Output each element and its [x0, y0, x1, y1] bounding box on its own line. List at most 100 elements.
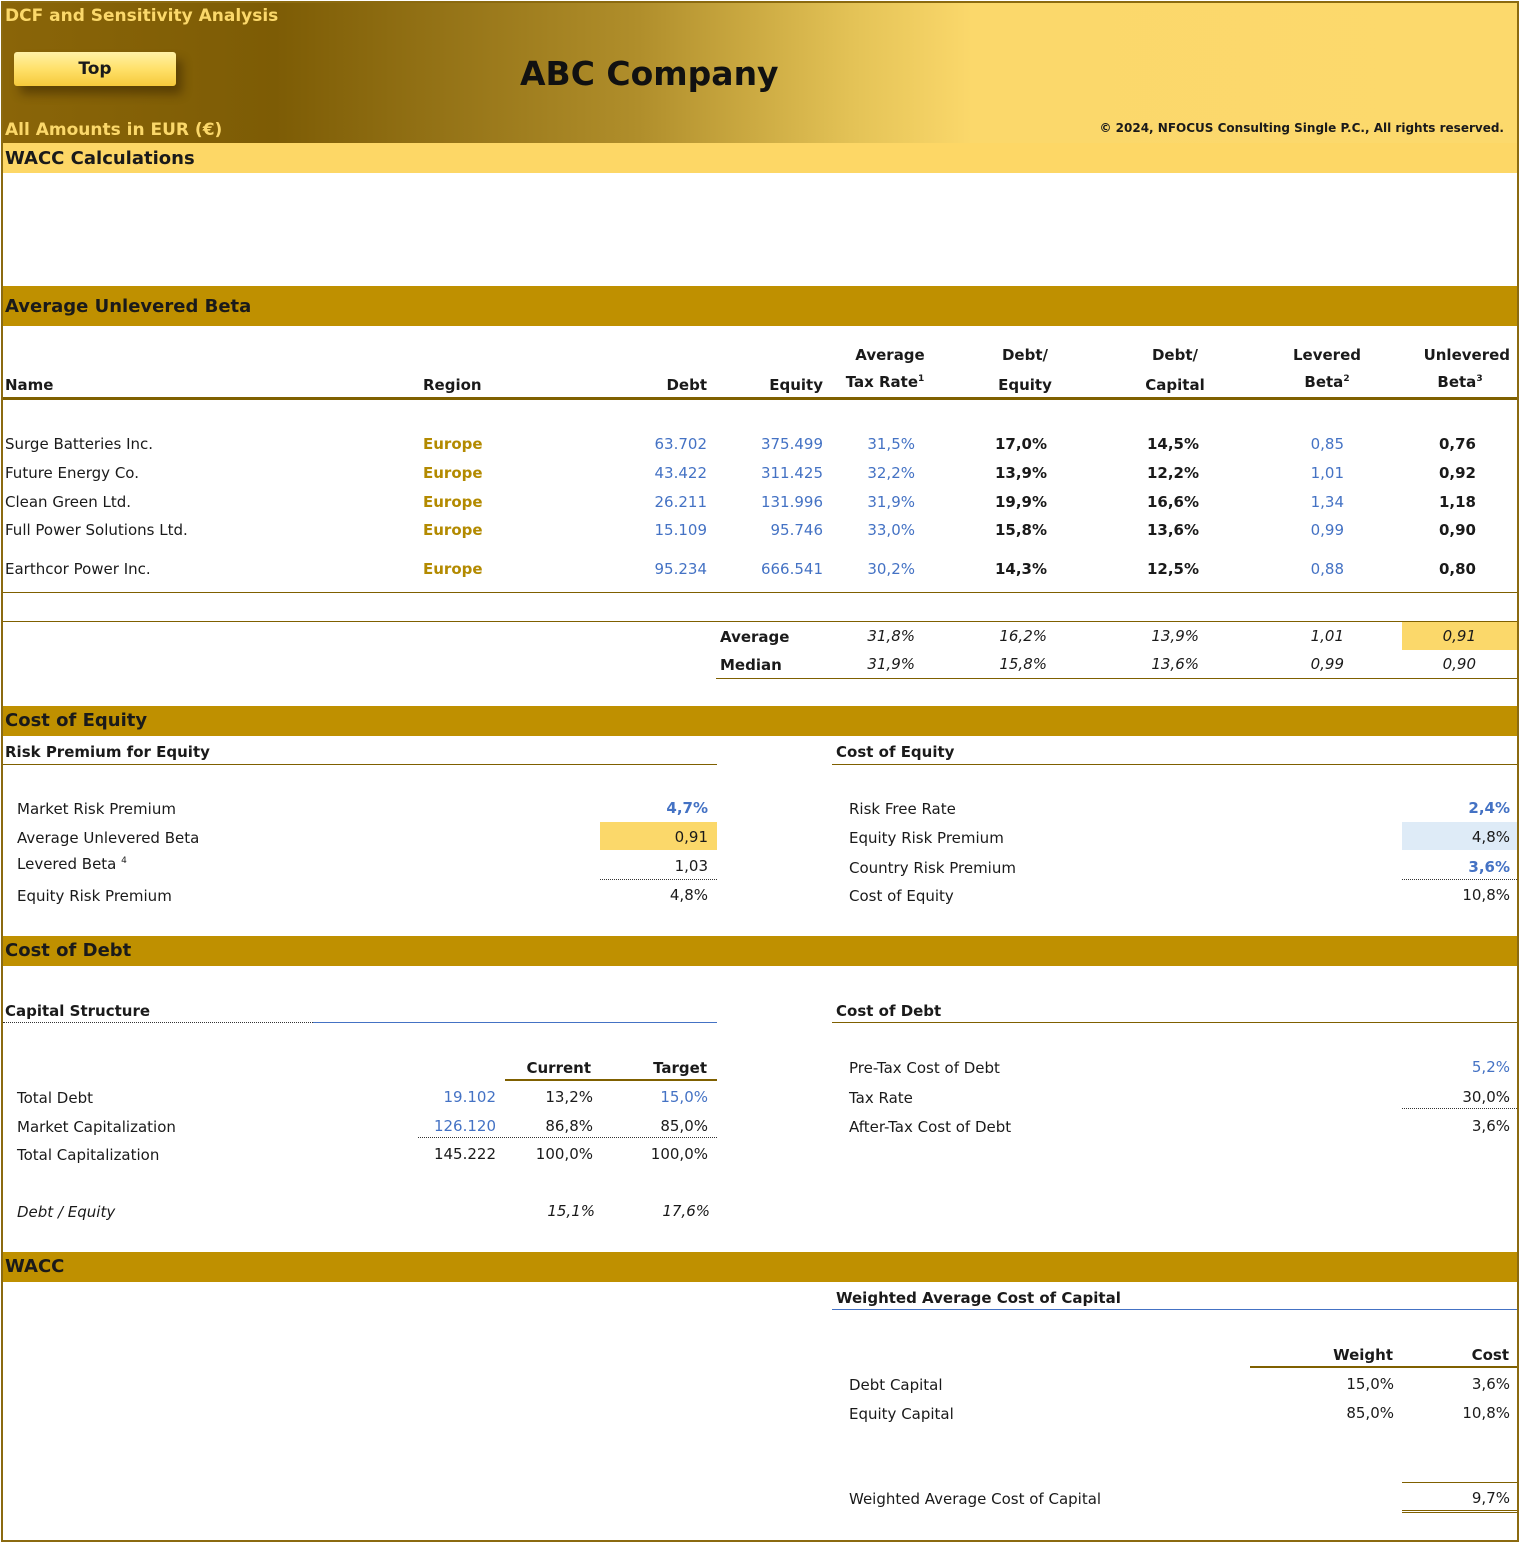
beta-row-debt[interactable]: 63.702 [600, 435, 708, 453]
beta-row-ub: 0,76 [1438, 435, 1476, 453]
debt-capital-cost: 3,6% [1471, 1375, 1510, 1393]
wacc-section-title: WACC [5, 1256, 65, 1277]
beta-row-debt[interactable]: 43.422 [600, 464, 708, 482]
avg-dc: 13,9% [1151, 627, 1199, 645]
beta-row-tax[interactable]: 33,0% [840, 521, 915, 539]
td-current: 13,2% [545, 1088, 593, 1106]
pretax-value[interactable]: 5,2% [1400, 1058, 1510, 1076]
beta-row-debt[interactable]: 15.109 [600, 521, 708, 539]
mc-value[interactable]: 126.120 [400, 1117, 496, 1135]
wacc-calc-bar [3, 143, 1517, 173]
coe-erp-label: Equity Risk Premium [849, 829, 1004, 847]
currency-note: All Amounts in EUR (€) [5, 120, 223, 140]
lb-rule [600, 879, 717, 880]
col-cost: Cost [1471, 1346, 1509, 1364]
tc-value: 145.222 [433, 1145, 496, 1163]
rfr-value[interactable]: 2,4% [1400, 799, 1510, 817]
beta-row-equity[interactable]: 131.996 [720, 493, 823, 511]
med-dc: 13,6% [1151, 655, 1199, 673]
med-ub: 0,90 [1442, 655, 1476, 673]
wacc-total-top-rule [1402, 1482, 1517, 1483]
beta-row-tax[interactable]: 31,5% [840, 435, 915, 453]
beta-row-lb[interactable]: 0,99 [1277, 521, 1344, 539]
mc-rule [418, 1137, 717, 1138]
rows-end-rule [3, 592, 1517, 593]
beta-row-region: Europe [423, 493, 483, 511]
beta-row-debt[interactable]: 26.211 [600, 493, 708, 511]
avg-ub: 0,91 [1442, 627, 1476, 645]
beta-row-region: Europe [423, 435, 483, 453]
header-rule [3, 397, 1517, 400]
beta-row-tax[interactable]: 31,9% [840, 493, 915, 511]
lb-label: Levered Beta 4 [17, 855, 127, 873]
coe-subtitle: Cost of Equity [836, 743, 955, 761]
beta-row-lb[interactable]: 1,34 [1277, 493, 1344, 511]
col-ub-2: Beta3 [1437, 373, 1483, 391]
beta-row-equity[interactable]: 311.425 [720, 464, 823, 482]
capstruct-rule-dotted [3, 1022, 313, 1023]
col-weight: Weight [1333, 1346, 1393, 1364]
col-dc-2: Capital [1145, 376, 1205, 394]
td-target[interactable]: 15,0% [620, 1088, 708, 1106]
debt-capital-weight: 15,0% [1346, 1375, 1394, 1393]
beta-row-lb[interactable]: 0,85 [1277, 435, 1344, 453]
col-target: Target [653, 1059, 707, 1077]
wacc-bar [3, 1252, 1517, 1282]
col-tax-2: Tax Rate1 [845, 373, 925, 391]
median-label: Median [720, 656, 782, 674]
mrp-value[interactable]: 4,7% [600, 799, 708, 817]
tc-label: Total Capitalization [17, 1146, 160, 1164]
avg-tax: 31,8% [867, 627, 915, 645]
col-lb-1: Levered [1293, 346, 1361, 364]
cs-header-rule [505, 1079, 717, 1081]
beta-row-equity[interactable]: 95.746 [720, 521, 824, 539]
avg-de: 16,2% [999, 627, 1047, 645]
wacc-total-label: Weighted Average Cost of Capital [849, 1490, 1102, 1508]
company-title: ABC Company [520, 54, 779, 93]
mrp-label: Market Risk Premium [17, 800, 176, 818]
median-rule [716, 678, 1517, 679]
wacc-subtitle: Weighted Average Cost of Capital [836, 1289, 1121, 1307]
beta-row-dc: 12,5% [1146, 560, 1199, 578]
beta-row-lb[interactable]: 0,88 [1277, 560, 1344, 578]
capstruct-rule [313, 1022, 717, 1023]
beta-row-dc: 13,6% [1146, 521, 1199, 539]
tc-target: 100,0% [650, 1145, 708, 1163]
col-dc-1: Debt/ [1151, 346, 1198, 364]
copyright: © 2024, NFOCUS Consulting Single P.C., A… [1099, 121, 1504, 135]
med-lb: 0,99 [1310, 655, 1344, 673]
beta-row-de: 15,8% [994, 521, 1047, 539]
med-de: 15,8% [999, 655, 1047, 673]
beta-row-de: 14,3% [994, 560, 1047, 578]
beta-row-name: Clean Green Ltd. [5, 493, 132, 511]
beta-row-lb[interactable]: 1,01 [1277, 464, 1344, 482]
crp-value[interactable]: 3,6% [1400, 858, 1510, 876]
beta-row-region: Europe [423, 521, 483, 539]
td-value[interactable]: 19.102 [400, 1088, 497, 1106]
col-debt: Debt [666, 376, 707, 394]
wacc-total-value: 9,7% [1471, 1489, 1510, 1507]
beta-row-name: Future Energy Co. [5, 464, 139, 482]
beta-row-de: 19,9% [994, 493, 1047, 511]
td-label: Total Debt [17, 1089, 93, 1107]
mc-current: 86,8% [545, 1117, 593, 1135]
beta-row-dc: 14,5% [1146, 435, 1199, 453]
beta-row-dc: 16,6% [1146, 493, 1199, 511]
wacc-header-rule [1250, 1366, 1517, 1368]
col-lb-2: Beta2 [1304, 373, 1350, 391]
avg-lb: 1,01 [1310, 627, 1344, 645]
wacc-total-bottom-rule [1402, 1510, 1517, 1513]
col-current: Current [526, 1059, 591, 1077]
col-de-2: Equity [998, 376, 1052, 394]
beta-row-ub: 0,92 [1438, 464, 1476, 482]
beta-row-equity[interactable]: 375.499 [720, 435, 823, 453]
crp-label: Country Risk Premium [849, 859, 1016, 877]
cod-tax-value: 30,0% [1462, 1088, 1510, 1106]
beta-row-equity[interactable]: 666.541 [720, 560, 823, 578]
beta-row-debt[interactable]: 95.234 [600, 560, 708, 578]
beta-row-tax[interactable]: 30,2% [840, 560, 915, 578]
risk-premium-title: Risk Premium for Equity [5, 743, 210, 761]
top-button[interactable]: Top [14, 52, 176, 86]
cod-section-title: Cost of Debt [5, 940, 132, 961]
beta-row-tax[interactable]: 32,2% [840, 464, 915, 482]
